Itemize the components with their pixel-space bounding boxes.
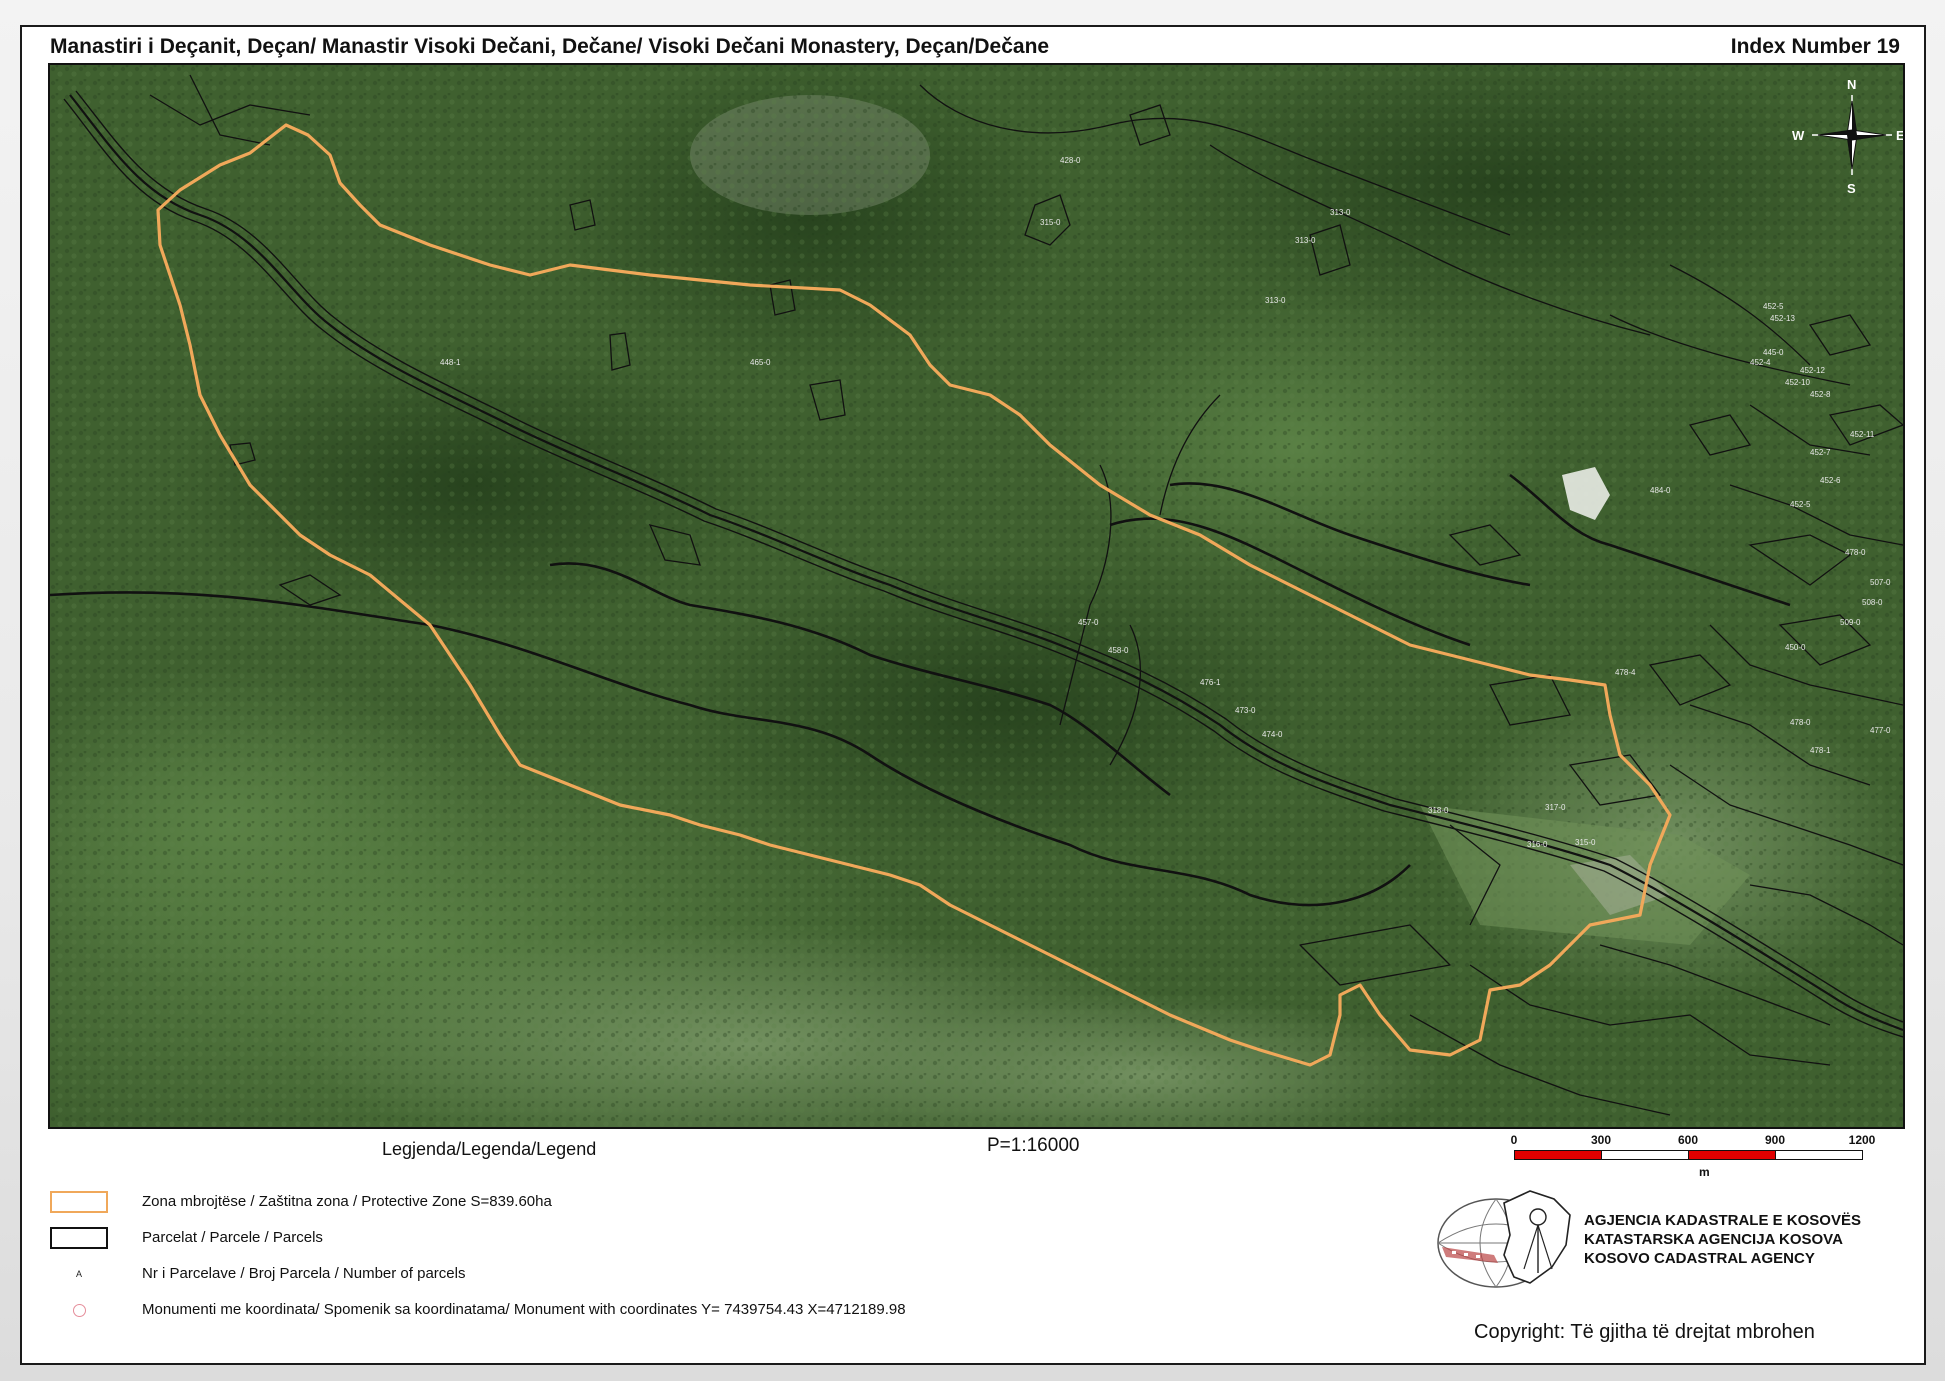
parcel-label: 478-0: [1790, 718, 1811, 727]
parcel-label: 450-0: [1785, 643, 1806, 652]
legend-item-monument: Monumenti me koordinata/ Spomenik sa koo…: [50, 1297, 1050, 1327]
agency-name-serbian: KATASTARSKA AGENCIJA KOSOVA: [1584, 1231, 1843, 1248]
scale-segment: [1514, 1150, 1602, 1160]
legend-item-parcel-number: A Nr i Parcelave / Broj Parcela / Number…: [50, 1261, 1050, 1291]
parcel-label: 452-4: [1750, 358, 1771, 367]
parcel-label: 452-11: [1850, 430, 1875, 439]
protective-zone-symbol: [50, 1191, 108, 1213]
parcel-label: 478-0: [1845, 548, 1866, 557]
legend-label: Monumenti me koordinata/ Spomenik sa koo…: [142, 1301, 906, 1318]
parcel-label: 315-0: [1040, 218, 1061, 227]
scale-bar: 0 300 600 900 1200 m: [1510, 1133, 1892, 1183]
scale-segment: [1688, 1150, 1776, 1160]
agency-block: AGJENCIA KADASTRALE E KOSOVËS KATASTARSK…: [1434, 1185, 1904, 1315]
parcel-label: 313-0: [1265, 296, 1286, 305]
parcel-label: 452-13: [1770, 314, 1795, 323]
compass-e: E: [1896, 128, 1903, 143]
scale-ratio: P=1:16000: [987, 1135, 1080, 1156]
parcel-label: 457-0: [1078, 618, 1099, 627]
parcel-label: 445-0: [1763, 348, 1784, 357]
scale-tick: 600: [1677, 1133, 1699, 1147]
compass-n: N: [1847, 77, 1856, 92]
parcel-label: 428-0: [1060, 156, 1081, 165]
parcel-label: 478-4: [1615, 668, 1636, 677]
parcel-label: 477-0: [1870, 726, 1891, 735]
index-number: Index Number 19: [1730, 35, 1900, 58]
scale-tick: 900: [1764, 1133, 1786, 1147]
parcel-label: 452-12: [1800, 366, 1825, 375]
scale-segment: [1775, 1150, 1863, 1160]
parcel-label: 508-0: [1862, 598, 1883, 607]
parcel-label: 509-0: [1840, 618, 1861, 627]
legend-label: Parcelat / Parcele / Parcels: [142, 1229, 323, 1246]
legend-title: Legjenda/Legenda/Legend: [382, 1139, 597, 1159]
parcel-label: 448-1: [440, 358, 461, 367]
scale-tick: 0: [1510, 1133, 1518, 1147]
parcel-label: 318-0: [1428, 806, 1449, 815]
parcel-number-symbol: A: [75, 1269, 82, 1279]
map-title: Manastiri i Deçanit, Deçan/ Manastir Vis…: [50, 35, 1050, 58]
legend-item-protective-zone: Zona mbrojtëse / Zaštitna zona / Protect…: [50, 1189, 1050, 1219]
parcel-label: 452-8: [1810, 390, 1831, 399]
map-canvas: 428-0 313-0 315-0 313-0 313-0 445-0 450-…: [50, 65, 1903, 1127]
agency-name-english: KOSOVO CADASTRAL AGENCY: [1584, 1250, 1815, 1267]
globe-logo-icon: [1437, 1190, 1571, 1288]
parcel-label: 452-5: [1790, 500, 1811, 509]
parcel-label: 473-0: [1235, 706, 1256, 715]
monument-icon: [50, 1299, 108, 1321]
compass-s: S: [1847, 181, 1856, 196]
parcel-label: 316-0: [1527, 840, 1548, 849]
legend-label: Nr i Parcelave / Broj Parcela / Number o…: [142, 1265, 466, 1282]
compass-w: W: [1792, 128, 1805, 143]
parcel-label: 317-0: [1545, 803, 1566, 812]
agency-name-albanian: AGJENCIA KADASTRALE E KOSOVËS: [1584, 1212, 1861, 1229]
parcel-label: 452-10: [1785, 378, 1810, 387]
parcel-label: 313-0: [1295, 236, 1316, 245]
scale-tick: 300: [1590, 1133, 1612, 1147]
parcel-label: 478-1: [1810, 746, 1831, 755]
parcel-label: 474-0: [1262, 730, 1283, 739]
parcel-label: 452-6: [1820, 476, 1841, 485]
parcel-label: 315-0: [1575, 838, 1596, 847]
scale-segment: [1601, 1150, 1689, 1160]
parcel-label: 452-7: [1810, 448, 1831, 457]
agency-name: AGJENCIA KADASTRALE E KOSOVËS KATASTARSK…: [1584, 1211, 1861, 1268]
legend-label: Zona mbrojtëse / Zaštitna zona / Protect…: [142, 1193, 552, 1210]
map-sheet: Manastiri i Deçanit, Deçan/ Manastir Vis…: [20, 25, 1926, 1365]
parcel-label: 507-0: [1870, 578, 1891, 587]
parcel-label: 458-0: [1108, 646, 1129, 655]
orthophoto-map[interactable]: 428-0 313-0 315-0 313-0 313-0 445-0 450-…: [48, 63, 1905, 1129]
parcel-label: 476-1: [1200, 678, 1221, 687]
copyright-text: Copyright: Të gjitha të drejtat mbrohen: [1474, 1321, 1815, 1343]
parcel-label: 484-0: [1650, 486, 1671, 495]
legend-item-parcels: Parcelat / Parcele / Parcels: [50, 1225, 1050, 1255]
parcel-label: 452-5: [1763, 302, 1784, 311]
scale-unit: m: [1699, 1165, 1710, 1179]
parcel-label: 313-0: [1330, 208, 1351, 217]
scale-tick: 1200: [1848, 1133, 1876, 1147]
parcel-label: 465-0: [750, 358, 771, 367]
parcel-symbol: [50, 1227, 108, 1249]
